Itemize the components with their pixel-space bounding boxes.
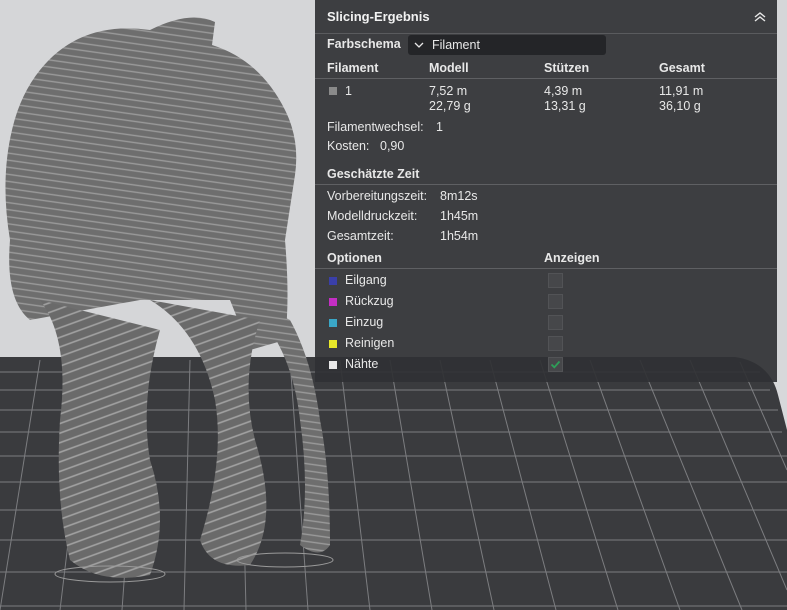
option-label: Reinigen — [345, 336, 395, 350]
support-length: 4,39 m — [544, 84, 583, 98]
divider — [315, 268, 777, 269]
panel-title: Slicing-Ergebnis — [327, 9, 430, 24]
divider — [315, 184, 777, 185]
option-color-swatch — [329, 319, 337, 327]
total-weight: 36,10 g — [659, 99, 701, 113]
cost-value: 0,90 — [380, 139, 405, 153]
filament-id: 1 — [345, 84, 352, 98]
option-color-swatch — [329, 340, 337, 348]
total-time-label: Gesamtzeit: — [327, 229, 394, 243]
show-rueckzug-checkbox[interactable] — [548, 294, 563, 309]
option-label: Einzug — [345, 315, 384, 329]
time-section-title: Geschätzte Zeit — [327, 167, 420, 181]
model-time-value: 1h45m — [440, 209, 479, 223]
support-weight: 13,31 g — [544, 99, 586, 113]
cost-label: Kosten: — [327, 139, 370, 153]
col-header-filament: Filament — [327, 61, 379, 75]
show-reinigen-checkbox[interactable] — [548, 336, 563, 351]
filament-changes-value: 1 — [436, 120, 443, 134]
panel-header: Slicing-Ergebnis — [315, 0, 777, 34]
checkmark-icon — [550, 360, 561, 369]
filament-changes-label: Filamentwechsel: — [327, 120, 424, 134]
col-header-total: Gesamt — [659, 61, 705, 75]
color-scheme-label: Farbschema — [327, 37, 401, 51]
options-header: Optionen — [327, 251, 382, 265]
col-header-support: Stützen — [544, 61, 590, 75]
slicing-result-panel: Slicing-Ergebnis Farbschema Filament Fil… — [315, 0, 777, 382]
option-label: Nähte — [345, 357, 379, 371]
option-label: Eilgang — [345, 273, 387, 287]
col-header-model: Modell — [429, 61, 469, 75]
model-time-label: Modelldruckzeit: — [327, 209, 418, 223]
model-length: 7,52 m — [429, 84, 468, 98]
show-header: Anzeigen — [544, 251, 600, 265]
color-scheme-select[interactable]: Filament — [408, 35, 606, 55]
prep-time-label: Vorbereitungszeit: — [327, 189, 428, 203]
option-color-swatch — [329, 277, 337, 285]
option-label: Rückzug — [345, 294, 394, 308]
color-scheme-value: Filament — [432, 38, 480, 52]
show-eilgang-checkbox[interactable] — [548, 273, 563, 288]
filament-swatch — [329, 87, 337, 95]
prep-time-value: 8m12s — [440, 189, 478, 203]
chevron-down-icon — [414, 42, 424, 48]
option-color-swatch — [329, 361, 337, 369]
total-length: 11,91 m — [659, 84, 704, 98]
show-naehte-checkbox[interactable] — [548, 357, 563, 372]
option-color-swatch — [329, 298, 337, 306]
model-weight: 22,79 g — [429, 99, 471, 113]
total-time-value: 1h54m — [440, 229, 479, 243]
collapse-icon[interactable] — [751, 8, 769, 26]
show-einzug-checkbox[interactable] — [548, 315, 563, 330]
divider — [315, 78, 777, 79]
